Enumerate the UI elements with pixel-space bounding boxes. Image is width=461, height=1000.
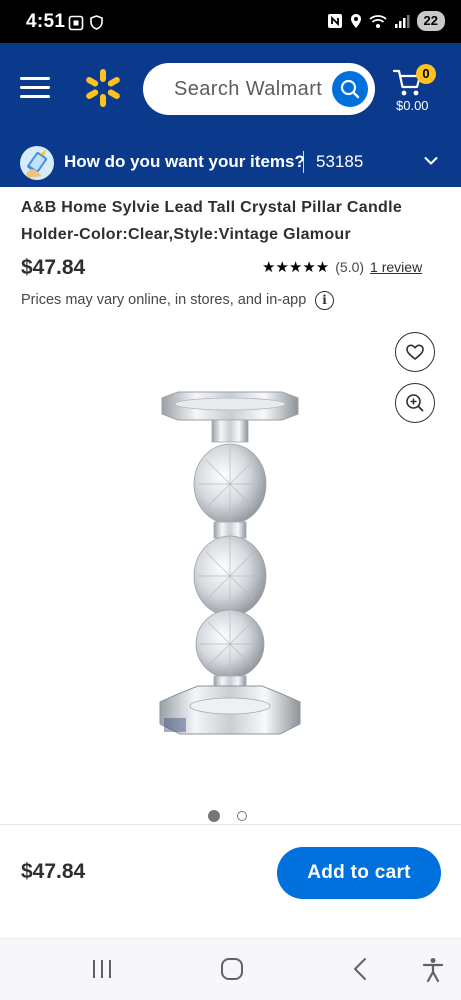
back-icon[interactable] (352, 957, 368, 981)
search-button[interactable] (332, 71, 368, 107)
product-image[interactable] (140, 380, 320, 750)
battery-badge: 22 (416, 11, 445, 31)
carousel-dot-active[interactable] (208, 810, 220, 822)
accessibility-icon[interactable] (422, 957, 444, 983)
carousel-indicator[interactable] (208, 810, 247, 822)
status-bar: 4:51 22 (0, 0, 461, 43)
delivery-selector[interactable]: How do you want your items? 53185 (0, 140, 461, 187)
search-icon (340, 79, 360, 99)
sticky-add-bar: $47.84 Add to cart (0, 824, 461, 938)
system-nav-bar (0, 938, 461, 1000)
product-title: A&B Home Sylvie Lead Tall Crystal Pillar… (21, 199, 403, 243)
signal-icon (394, 14, 410, 28)
shield-icon (90, 15, 103, 30)
zoom-in-icon (405, 393, 424, 412)
cart-button[interactable]: 0 $0.00 (392, 63, 452, 115)
menu-icon-bar (20, 86, 50, 89)
chevron-down-icon (424, 157, 438, 165)
review-link[interactable]: 1 review (370, 259, 422, 275)
recent-apps-icon[interactable] (91, 957, 113, 981)
carousel-dot[interactable] (237, 811, 247, 821)
zoom-button[interactable] (395, 383, 435, 423)
cart-total: $0.00 (396, 98, 429, 113)
walmart-spark-logo[interactable] (82, 67, 124, 109)
top-header: Search Walmart 0 $0.00 (0, 43, 461, 140)
heart-icon (405, 344, 424, 360)
status-time: 4:51 (26, 11, 66, 32)
menu-icon (20, 77, 50, 80)
spark-icon (86, 69, 120, 107)
rating-stars: ★★★★★ (262, 259, 330, 276)
price-disclaimer: Prices may vary online, in stores, and i… (21, 292, 307, 308)
menu-button[interactable] (20, 75, 50, 101)
cart-count-badge: 0 (416, 64, 436, 84)
delivery-zip: 53185 (316, 152, 364, 171)
delivery-divider (303, 151, 304, 173)
info-icon[interactable]: i (315, 291, 334, 310)
search-input[interactable]: Search Walmart (174, 78, 322, 101)
wifi-icon (368, 14, 387, 28)
screenshot-icon (68, 15, 84, 31)
product-price: $47.84 (21, 256, 86, 279)
menu-icon-bar (20, 95, 50, 98)
home-icon[interactable] (220, 957, 244, 981)
rating-value: (5.0) (335, 259, 365, 275)
sticky-price: $47.84 (21, 860, 86, 883)
status-icons: 22 (327, 11, 445, 31)
nfc-icon (327, 14, 342, 28)
search-bar[interactable]: Search Walmart (143, 63, 375, 115)
delivery-question: How do you want your items? (64, 152, 305, 171)
delivery-illustration-icon (20, 146, 54, 180)
product-rating[interactable]: ★★★★★ (5.0) 1 review (262, 258, 422, 276)
favorite-button[interactable] (395, 332, 435, 372)
location-icon (350, 14, 361, 28)
add-to-cart-button[interactable]: Add to cart (277, 847, 441, 899)
